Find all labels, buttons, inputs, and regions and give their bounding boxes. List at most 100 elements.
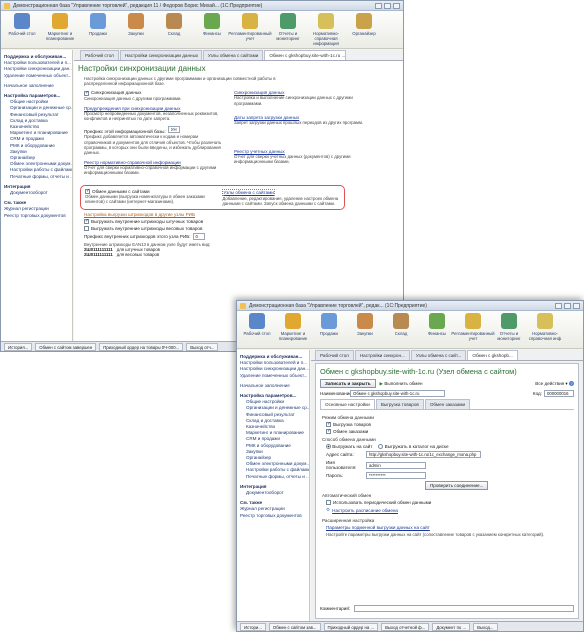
nav-item[interactable]: Организации и денежные ср...: [237, 405, 309, 411]
orders-exchange-checkbox[interactable]: [326, 428, 331, 434]
upload-disk-radio[interactable]: Выгружать в каталог на диске: [378, 444, 449, 450]
nav-item[interactable]: Удаление помеченных объект...: [237, 373, 309, 379]
window-tab[interactable]: Настройки синхрон...: [354, 350, 410, 360]
toolbar-section-button[interactable]: Регламентированный учет: [228, 13, 272, 41]
name-input[interactable]: Обмен с gkshopbuy.site-with-1c.ru: [350, 390, 445, 397]
nav-item[interactable]: Организации и денежные ср...: [1, 105, 72, 111]
maximize-icon[interactable]: [564, 302, 571, 309]
toolbar-section-button[interactable]: Нормативно-справочная информация: [307, 13, 345, 46]
maximize-icon[interactable]: [384, 2, 391, 9]
taskbar-window-button[interactable]: Обмен с сайтом завершен: [35, 342, 97, 351]
toolbar-section-button[interactable]: Закупки: [117, 13, 155, 36]
sites-exchange-desc: Обмен данными (выгрузка номенклатуры в о…: [85, 193, 205, 204]
toolbar-section-button[interactable]: Продажи: [79, 13, 117, 36]
barcode-settings-link[interactable]: Настройка выгрузки штрихкодов в другие у…: [84, 212, 393, 217]
barcode-weight-label: Выгружать внутренние штрихкоды весовых т…: [91, 225, 203, 231]
toolbar-section-button[interactable]: Рабочий стол: [239, 313, 275, 336]
upload-site-radio[interactable]: Выгружать на сайт: [326, 444, 373, 450]
upload-site-label: Выгружать на сайт: [332, 444, 373, 449]
taskbar-window-button[interactable]: Выход отч...: [186, 342, 219, 351]
taskbar-window-button[interactable]: Документ по ...: [432, 622, 471, 631]
exchange-nodes-link[interactable]: Узлы обмена с сайтами: [222, 188, 275, 196]
toolbar-section-button[interactable]: Закупки: [347, 313, 383, 336]
window-title: Демонстрационная база "Управление торгов…: [13, 2, 263, 9]
window-tab[interactable]: Обмен с gkshopb...: [467, 350, 518, 360]
setting-input[interactable]: УН: [167, 126, 180, 134]
barcode-weight-checkbox[interactable]: [84, 225, 89, 231]
comment-input[interactable]: [354, 605, 574, 612]
taskbar-window-button[interactable]: Приходный ордер на ...: [323, 622, 379, 631]
close-icon[interactable]: [393, 2, 400, 9]
upload-goods-checkbox[interactable]: [326, 421, 331, 427]
taskbar-window-button[interactable]: Обмен с сайтом зав...: [268, 622, 321, 631]
taskbar-window-button[interactable]: Выход...: [473, 622, 498, 631]
barcode-piece-label: Выгружать внутренние штрихкоды штучных т…: [91, 218, 204, 224]
form-tab[interactable]: Основные настройки: [320, 399, 375, 409]
password-input[interactable]: **********: [366, 472, 426, 480]
toolbar-section-button[interactable]: Продажи: [311, 313, 347, 336]
setting-desc: Просмотр непроведенных документов, незап…: [84, 110, 219, 122]
window-tab[interactable]: Узлы обмена с сайтами: [202, 50, 264, 60]
toolbar-section-button[interactable]: Маркетинг и планирование: [275, 313, 311, 341]
window-tab[interactable]: Рабочий стол: [315, 350, 354, 360]
toolbar-section-button[interactable]: Нормативно-справочная инф: [527, 313, 563, 341]
close-icon[interactable]: [573, 302, 580, 309]
taskbar-window-button[interactable]: История...: [4, 342, 33, 351]
setting-block: Префикс этой информационной базы: УН Префи…: [84, 126, 224, 155]
toolbar-section-button[interactable]: Склад: [383, 313, 419, 336]
username-input[interactable]: admin: [366, 461, 426, 469]
toolbar-section-button[interactable]: Рабочий стол: [3, 13, 41, 36]
form-tab[interactable]: Выгрузка товаров: [375, 399, 424, 409]
section-label: Маркетинг и планирование: [45, 31, 75, 41]
nav-item[interactable]: Настройки работы с файлами: [1, 167, 72, 173]
toolbar-section-button[interactable]: Маркетинг и планирование: [41, 13, 79, 41]
setting-desc: Синхронизация данных с другими программа…: [84, 95, 182, 101]
window-tab[interactable]: Рабочий стол: [80, 50, 119, 60]
barcode-piece-checkbox[interactable]: [84, 218, 89, 224]
minimize-icon[interactable]: [555, 302, 562, 309]
nav-item[interactable]: Печатные формы, отчеты и ...: [237, 474, 309, 480]
save-and-close-button[interactable]: Записать и закрыть: [320, 379, 376, 388]
section-label: Склад: [167, 31, 181, 36]
toolbar-section-button[interactable]: Склад: [155, 13, 193, 36]
schedule-link[interactable]: Настроить расписание обмена: [332, 508, 398, 513]
check-connection-button[interactable]: Проверить соединение...: [425, 481, 489, 491]
nav-item[interactable]: Удаление помеченных объект...: [1, 73, 72, 79]
section-label: Нормативно-справочная инф: [528, 331, 562, 341]
run-exchange-button[interactable]: ▶ Выполнить обмен: [380, 381, 423, 387]
taskbar-window-button[interactable]: Приходный ордер на товары 0Ч-000...: [99, 342, 184, 351]
toolbar-section-button[interactable]: Органайзер: [345, 13, 383, 36]
periodic-exchange-checkbox[interactable]: [326, 500, 331, 506]
nav-item[interactable]: Реестр торговых документов: [1, 213, 72, 219]
toolbar-section-button[interactable]: Финансы: [193, 13, 231, 36]
window-tab[interactable]: Узлы обмена с сайт...: [410, 350, 467, 360]
nav-item[interactable]: Печатные формы, отчеты и ...: [1, 174, 72, 180]
setting-block: Реестр нормативно-справочной информации О…: [84, 160, 224, 175]
run-exchange-label: Выполнить обмен: [384, 380, 423, 386]
nav-item[interactable]: Настройки работы с файлами: [237, 467, 309, 473]
toolbar-section-button[interactable]: Регламентированный учет: [451, 313, 495, 341]
ext-settings-link[interactable]: Параметры подменной выгрузки данных на с…: [326, 525, 430, 530]
username-label: Имя пользователя:: [326, 460, 357, 471]
window-tab[interactable]: Настройки синхронизации данных: [119, 50, 202, 60]
window-tab[interactable]: Обмен с gkshopbuy.site-with-1c.ru ...: [264, 50, 347, 60]
help-icon[interactable]: ?: [569, 380, 574, 386]
section-icon: [357, 313, 373, 329]
minimize-icon[interactable]: [375, 2, 382, 9]
site-address-input[interactable]: http://gkshopbuy.site-with-1c.ru/1c_exch…: [366, 451, 481, 459]
toolbar-section-button[interactable]: Финансы: [419, 313, 455, 336]
section-icon: [465, 313, 481, 329]
nav-item[interactable]: Реестр торговых документов: [237, 513, 309, 519]
toolbar-section-button[interactable]: Отчеты и мониторинг: [491, 313, 527, 341]
code-input[interactable]: 000000016: [544, 390, 574, 397]
taskbar-window-button[interactable]: Истори...: [240, 622, 266, 631]
taskbar-window-button[interactable]: Выход отчетной ф...: [381, 622, 430, 631]
setting-checkbox[interactable]: [84, 90, 89, 96]
sites-exchange-checkbox[interactable]: [85, 188, 90, 194]
all-actions-button[interactable]: Все действия ▾ ?: [535, 380, 574, 387]
prefix-input[interactable]: 0: [192, 232, 205, 240]
nav-item[interactable]: Настройки синхронизации дан...: [237, 366, 309, 372]
toolbar-section-button[interactable]: Отчеты и мониторинг: [269, 13, 307, 41]
form-tab[interactable]: Обмен заказами: [424, 399, 471, 409]
nav-item[interactable]: Настройки синхронизации дан...: [1, 66, 72, 72]
